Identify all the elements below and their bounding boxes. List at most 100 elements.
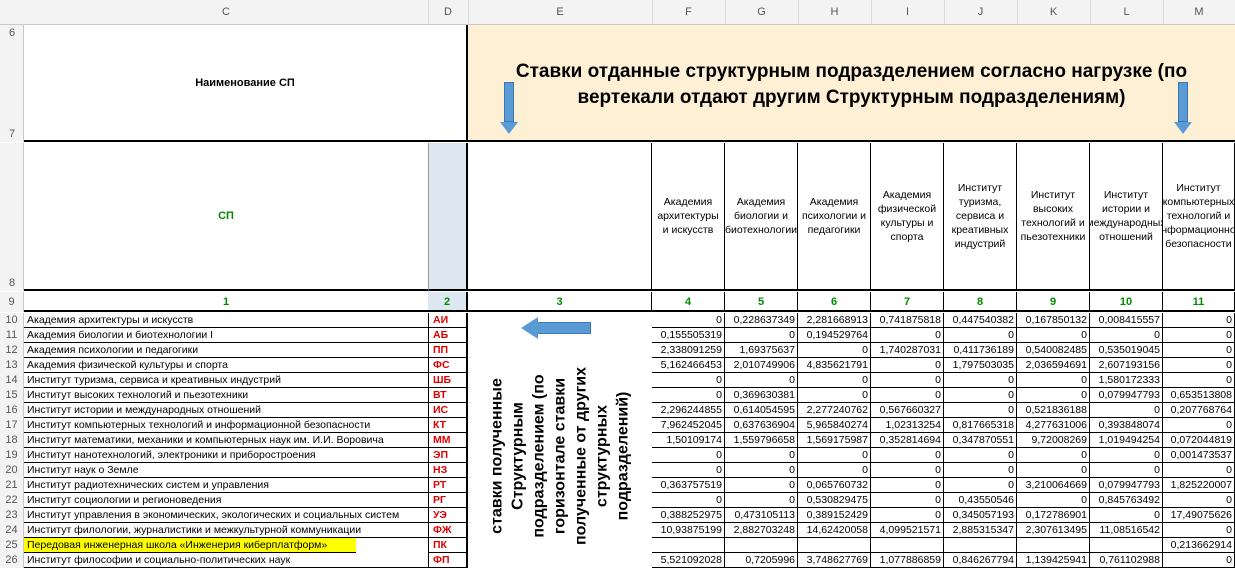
- row-number[interactable]: 23: [0, 508, 24, 523]
- row-number[interactable]: 12: [0, 343, 24, 358]
- row-number[interactable]: 21: [0, 478, 24, 493]
- sp-code-cell[interactable]: ФЖ: [428, 523, 468, 538]
- value-cell[interactable]: 0: [652, 448, 725, 463]
- row-number-7[interactable]: 7: [0, 128, 24, 140]
- row-number[interactable]: 14: [0, 373, 24, 388]
- value-cell[interactable]: 0,347870551: [944, 433, 1017, 448]
- sp-name-cell[interactable]: Передовая инженерная школа «Инженерия ки…: [24, 538, 356, 553]
- value-cell[interactable]: [1090, 538, 1163, 553]
- value-cell[interactable]: [944, 538, 1017, 553]
- value-cell[interactable]: 0,008415557: [1090, 313, 1163, 328]
- value-cell[interactable]: 0,43550546: [944, 493, 1017, 508]
- col-header-M[interactable]: M: [1163, 0, 1235, 24]
- sp-name-cell[interactable]: Институт компьютерных технологий и инфор…: [24, 418, 428, 433]
- value-cell[interactable]: 4,099521571: [871, 523, 944, 538]
- value-cell[interactable]: 2,296244855: [652, 403, 725, 418]
- value-cell[interactable]: [798, 538, 871, 553]
- row-number[interactable]: 13: [0, 358, 24, 373]
- value-cell[interactable]: 0: [1090, 328, 1163, 343]
- sp-name-cell[interactable]: Академия архитектуры и искусств: [24, 313, 428, 328]
- value-cell[interactable]: 0: [944, 388, 1017, 403]
- value-cell[interactable]: 0: [798, 373, 871, 388]
- row-number[interactable]: 17: [0, 418, 24, 433]
- col-header-D[interactable]: D: [428, 0, 469, 24]
- value-cell[interactable]: 0: [1090, 403, 1163, 418]
- value-cell[interactable]: 0: [725, 448, 798, 463]
- value-cell[interactable]: 0: [652, 463, 725, 478]
- value-cell[interactable]: 1,559796658: [725, 433, 798, 448]
- row-number[interactable]: 10: [0, 313, 24, 328]
- value-cell[interactable]: 0: [1163, 523, 1235, 538]
- col-header-L[interactable]: L: [1090, 0, 1164, 24]
- sp-name-cell[interactable]: Институт высоких технологий и пьезотехни…: [24, 388, 428, 403]
- value-cell[interactable]: 0: [725, 328, 798, 343]
- sp-code-cell[interactable]: ИС: [428, 403, 468, 418]
- sp-name-cell[interactable]: Академия физической культуры и спорта: [24, 358, 428, 373]
- value-cell[interactable]: 0,207768764: [1163, 403, 1235, 418]
- value-cell[interactable]: 1,825220007: [1163, 478, 1235, 493]
- value-cell[interactable]: 0: [1163, 328, 1235, 343]
- value-cell[interactable]: [1017, 538, 1090, 553]
- sp-name-cell[interactable]: Академия биологии и биотехнологии I: [24, 328, 428, 343]
- value-cell[interactable]: 0: [725, 493, 798, 508]
- sp-name-cell[interactable]: Институт наук о Земле: [24, 463, 428, 478]
- sp-name-cell[interactable]: Институт математики, механики и компьюте…: [24, 433, 428, 448]
- value-cell[interactable]: 0,369630381: [725, 388, 798, 403]
- value-cell[interactable]: 0: [1017, 328, 1090, 343]
- col-header-C[interactable]: C: [24, 0, 429, 24]
- value-cell[interactable]: 0: [1163, 553, 1235, 568]
- value-cell[interactable]: 2,885315347: [944, 523, 1017, 538]
- sp-name-cell[interactable]: Институт истории и международных отношен…: [24, 403, 428, 418]
- value-cell[interactable]: 0,741875818: [871, 313, 944, 328]
- sp-code-cell[interactable]: РТ: [428, 478, 468, 493]
- value-cell[interactable]: 9,72008269: [1017, 433, 1090, 448]
- col-header-H[interactable]: H: [798, 0, 872, 24]
- value-cell[interactable]: 1,139425941: [1017, 553, 1090, 568]
- value-cell[interactable]: 0,228637349: [725, 313, 798, 328]
- value-cell[interactable]: 2,307613495: [1017, 523, 1090, 538]
- value-cell[interactable]: 2,607193156: [1090, 358, 1163, 373]
- value-cell[interactable]: 0: [652, 493, 725, 508]
- value-cell[interactable]: 0: [1017, 493, 1090, 508]
- value-cell[interactable]: 0: [725, 373, 798, 388]
- value-cell[interactable]: 0: [871, 358, 944, 373]
- sp-code-cell[interactable]: ЭП: [428, 448, 468, 463]
- col-header-I[interactable]: I: [871, 0, 945, 24]
- value-cell[interactable]: 3,748627769: [798, 553, 871, 568]
- value-cell[interactable]: 0,7205996: [725, 553, 798, 568]
- value-cell[interactable]: 0: [944, 328, 1017, 343]
- value-cell[interactable]: 0,411736189: [944, 343, 1017, 358]
- value-cell[interactable]: 0: [798, 343, 871, 358]
- value-cell[interactable]: 1,02313254: [871, 418, 944, 433]
- value-cell[interactable]: 10,93875199: [652, 523, 725, 538]
- value-cell[interactable]: [871, 538, 944, 553]
- value-cell[interactable]: 0: [944, 463, 1017, 478]
- value-cell[interactable]: 0,388252975: [652, 508, 725, 523]
- value-cell[interactable]: [725, 538, 798, 553]
- value-cell[interactable]: 0: [798, 448, 871, 463]
- row-number-8-box[interactable]: 8: [0, 143, 24, 291]
- value-cell[interactable]: 0: [1090, 508, 1163, 523]
- value-cell[interactable]: 0,072044819: [1163, 433, 1235, 448]
- value-cell[interactable]: 0: [1017, 388, 1090, 403]
- row-number-6[interactable]: 6: [0, 27, 24, 39]
- value-cell[interactable]: 0: [725, 463, 798, 478]
- col-header-K[interactable]: K: [1017, 0, 1091, 24]
- value-cell[interactable]: 0: [725, 478, 798, 493]
- col-header-E[interactable]: E: [468, 0, 653, 24]
- value-cell[interactable]: 11,08516542: [1090, 523, 1163, 538]
- value-cell[interactable]: 0,535019045: [1090, 343, 1163, 358]
- value-cell[interactable]: 0,567660327: [871, 403, 944, 418]
- value-cell[interactable]: 0,001473537: [1163, 448, 1235, 463]
- sp-code-cell[interactable]: РГ: [428, 493, 468, 508]
- value-cell[interactable]: 1,50109174: [652, 433, 725, 448]
- value-cell[interactable]: 0,213662914: [1163, 538, 1235, 553]
- value-cell[interactable]: 0: [871, 373, 944, 388]
- value-cell[interactable]: 0: [1090, 463, 1163, 478]
- value-cell[interactable]: 0: [1017, 463, 1090, 478]
- value-cell[interactable]: 0,065760732: [798, 478, 871, 493]
- value-cell[interactable]: 2,010749906: [725, 358, 798, 373]
- value-cell[interactable]: 0,521836188: [1017, 403, 1090, 418]
- value-cell[interactable]: 0: [1163, 358, 1235, 373]
- value-cell[interactable]: 0: [1163, 418, 1235, 433]
